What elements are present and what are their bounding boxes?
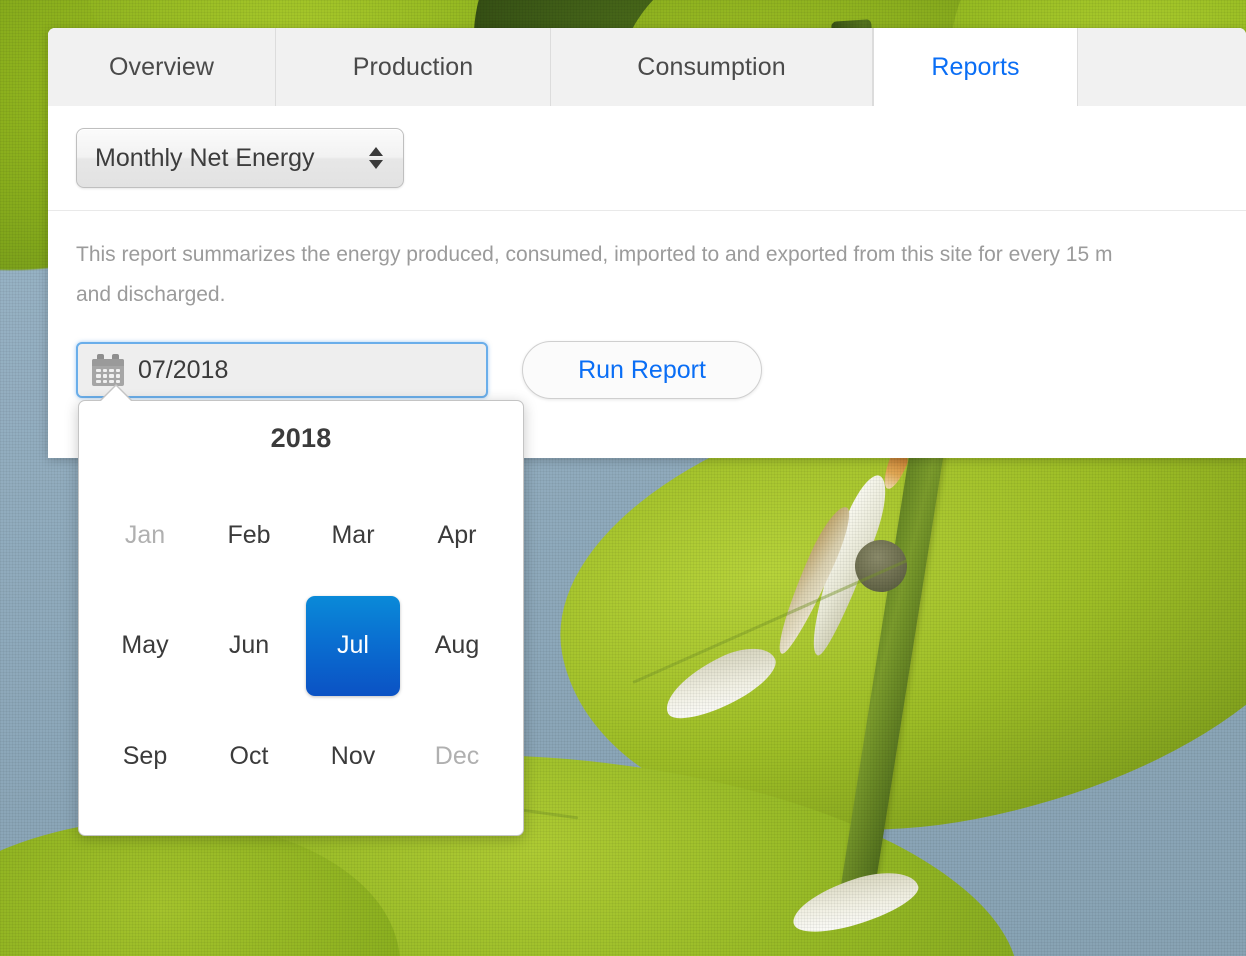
- month-cell-mar[interactable]: Mar: [301, 480, 405, 591]
- report-type-value: Monthly Net Energy: [95, 143, 315, 172]
- tab-bar: Overview Production Consumption Reports: [48, 28, 1246, 106]
- report-description-line2: and discharged.: [76, 283, 226, 306]
- tab-bar-filler: [1078, 28, 1246, 106]
- month-cell-jul[interactable]: Jul: [301, 591, 405, 702]
- month-picker-grid: Jan Feb Mar Apr May Jun Jul Aug Sep Oct …: [79, 480, 523, 828]
- tab-label: Consumption: [637, 52, 786, 81]
- month-label: Sep: [122, 742, 168, 771]
- report-type-select[interactable]: Monthly Net Energy: [76, 128, 404, 188]
- month-date-value: 07/2018: [138, 355, 229, 384]
- run-report-label: Run Report: [578, 355, 706, 384]
- tab-production[interactable]: Production: [276, 28, 551, 106]
- app-panel: Overview Production Consumption Reports …: [48, 28, 1246, 458]
- month-picker-popup[interactable]: 2018 Jan Feb Mar Apr May Jun Jul Aug Sep…: [78, 384, 524, 836]
- popup-arrow: [100, 386, 132, 402]
- month-cell-may[interactable]: May: [93, 591, 197, 702]
- tab-label: Overview: [109, 52, 214, 81]
- report-controls-row: 07/2018 Run Report: [48, 315, 1246, 399]
- month-label: Dec: [434, 742, 480, 771]
- tab-overview[interactable]: Overview: [48, 28, 276, 106]
- tab-consumption[interactable]: Consumption: [551, 28, 873, 106]
- month-label: Mar: [331, 520, 375, 549]
- month-label: Jun: [228, 631, 270, 660]
- month-cell-sep[interactable]: Sep: [93, 701, 197, 812]
- month-cell-jan: Jan: [93, 480, 197, 591]
- month-cell-feb[interactable]: Feb: [197, 480, 301, 591]
- month-label: Apr: [437, 520, 477, 549]
- month-cell-aug[interactable]: Aug: [405, 591, 509, 702]
- month-cell-apr[interactable]: Apr: [405, 480, 509, 591]
- report-description: This report summarizes the energy produc…: [48, 211, 1246, 315]
- month-cell-jun[interactable]: Jun: [197, 591, 301, 702]
- month-cell-oct[interactable]: Oct: [197, 701, 301, 812]
- month-cell-dec: Dec: [405, 701, 509, 812]
- report-description-line1: This report summarizes the energy produc…: [76, 243, 1113, 266]
- stepper-updown-icon: [369, 147, 383, 169]
- month-cell-nov[interactable]: Nov: [301, 701, 405, 812]
- month-label: Feb: [227, 520, 271, 549]
- month-date-input[interactable]: 07/2018: [76, 342, 488, 398]
- month-picker-year: 2018: [270, 423, 332, 453]
- month-label: Nov: [330, 742, 376, 771]
- month-label: Jan: [124, 520, 166, 549]
- tab-reports[interactable]: Reports: [873, 28, 1078, 106]
- month-label: Aug: [434, 631, 480, 660]
- month-label: Oct: [229, 742, 269, 771]
- tab-label: Reports: [931, 52, 1020, 81]
- calendar-icon: [92, 354, 124, 386]
- tab-label: Production: [352, 52, 474, 81]
- month-label: May: [121, 631, 169, 660]
- run-report-button[interactable]: Run Report: [522, 341, 762, 399]
- month-label: Jul: [306, 595, 400, 696]
- report-type-row: Monthly Net Energy: [48, 106, 1246, 188]
